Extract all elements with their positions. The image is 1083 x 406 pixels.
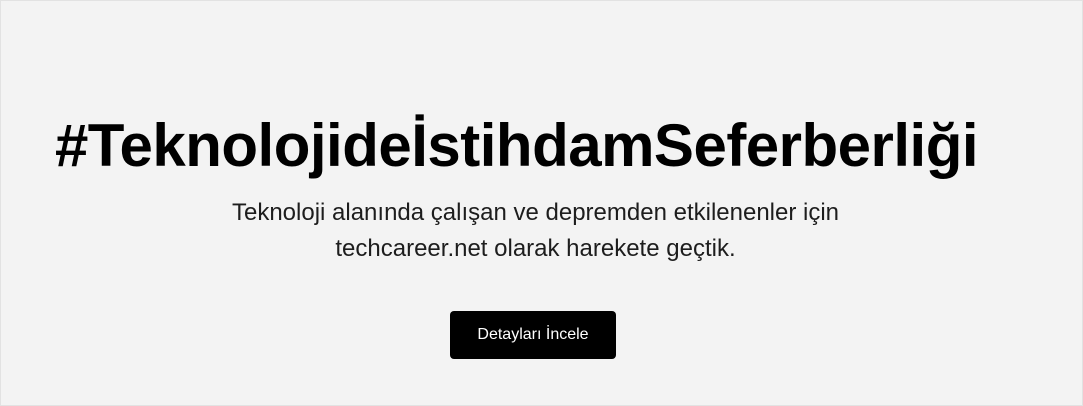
hero-section: #TeknolojideİstihdamSeferberliği Teknolo… xyxy=(0,0,1083,406)
details-button[interactable]: Detayları İncele xyxy=(450,311,616,359)
hero-subtitle-line-1: Teknoloji alanında çalışan ve depremden … xyxy=(231,199,840,226)
hero-title: #TeknolojideİstihdamSeferberliği xyxy=(54,112,979,179)
hero-subtitle: Teknoloji alanında çalışan ve depremden … xyxy=(1,195,1083,267)
hero-subtitle-line-2: techcareer.net olarak harekete geçtik. xyxy=(335,235,736,262)
